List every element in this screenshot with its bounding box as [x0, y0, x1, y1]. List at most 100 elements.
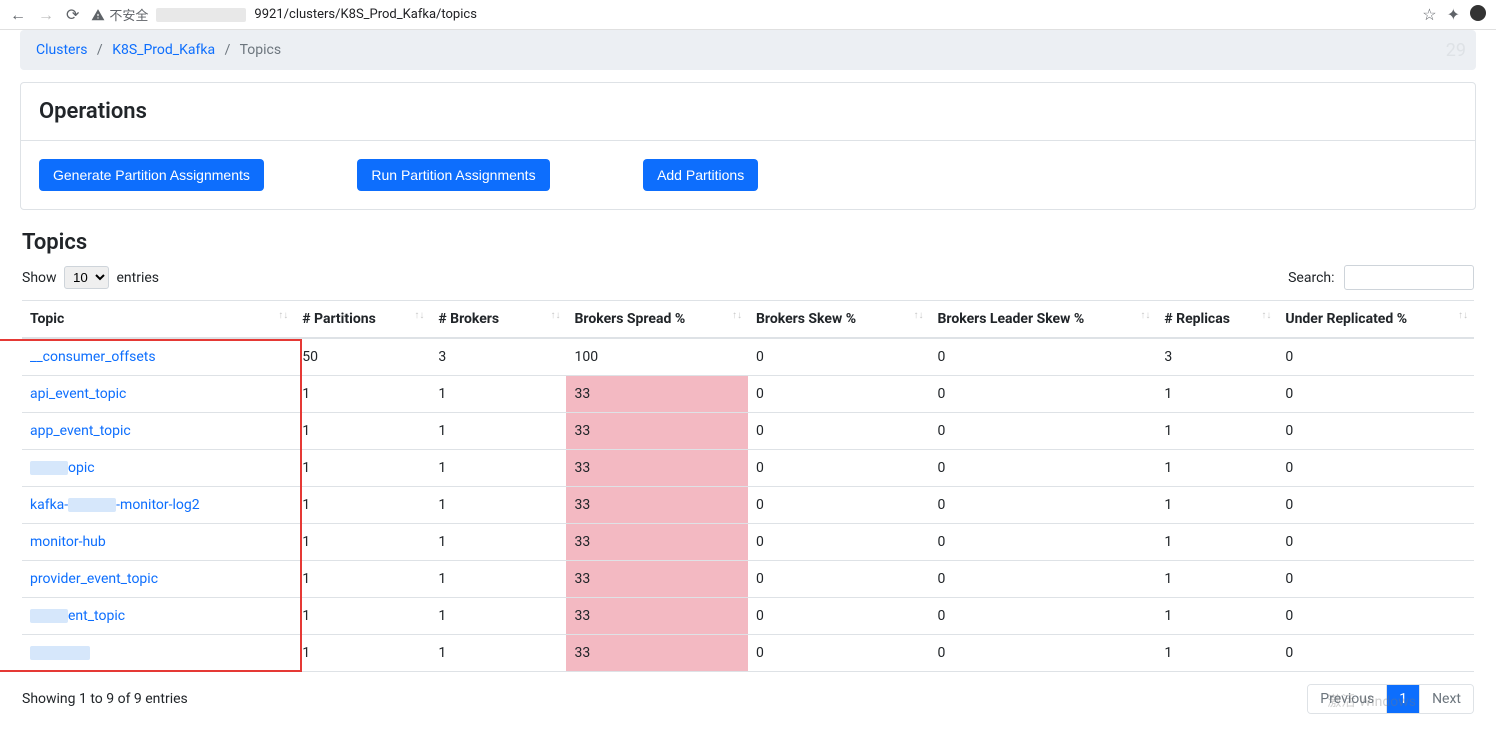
cell-under-replicated: 0 [1277, 524, 1474, 561]
cell-skew: 0 [748, 376, 930, 413]
topic-link[interactable] [30, 645, 90, 661]
breadcrumb-cluster-name[interactable]: K8S_Prod_Kafka [112, 42, 215, 58]
security-label: 不安全 [109, 5, 148, 24]
sort-icon: ↑↓ [414, 311, 424, 321]
cell-leader-skew: 0 [929, 413, 1156, 450]
cell-skew: 0 [748, 450, 930, 487]
topic-link[interactable]: __consumer_offsets [30, 349, 156, 365]
table-row: provider_event_topic11330010 [22, 561, 1474, 598]
url-host-blurred [156, 8, 246, 22]
sort-icon: ↑↓ [732, 311, 742, 321]
search-control: Search: [1288, 265, 1474, 290]
cell-leader-skew: 0 [929, 524, 1156, 561]
extensions-puzzle-icon[interactable]: ✦ [1447, 5, 1460, 24]
table-info: Showing 1 to 9 of 9 entries [22, 691, 188, 707]
table-row: api_event_topic11330010 [22, 376, 1474, 413]
bookmark-star-icon[interactable]: ☆ [1422, 5, 1436, 24]
sort-icon: ↑↓ [913, 311, 923, 321]
cell-brokers: 1 [430, 487, 566, 524]
table-row: app_event_topic11330010 [22, 413, 1474, 450]
cell-replicas: 1 [1156, 561, 1277, 598]
cell-brokers: 1 [430, 450, 566, 487]
column-header[interactable]: # Brokers↑↓ [430, 301, 566, 339]
cell-skew: 0 [748, 487, 930, 524]
cell-spread: 33 [566, 598, 748, 635]
cell-brokers: 1 [430, 561, 566, 598]
cell-under-replicated: 0 [1277, 598, 1474, 635]
cell-leader-skew: 0 [929, 487, 1156, 524]
breadcrumb-clusters[interactable]: Clusters [36, 42, 87, 58]
page-size-select[interactable]: 10 [64, 266, 109, 289]
browser-toolbar: ← → ⟳ 不安全 9921/clusters/K8S_Prod_Kafka/t… [0, 0, 1496, 30]
sort-icon: ↑↓ [550, 311, 560, 321]
forward-button[interactable]: → [38, 5, 54, 25]
run-partition-assignments-button[interactable]: Run Partition Assignments [357, 159, 549, 191]
cell-leader-skew: 0 [929, 338, 1156, 376]
pagination-page-1[interactable]: 1 [1387, 685, 1420, 713]
topic-link[interactable]: monitor-hub [30, 534, 106, 550]
cell-spread: 100 [566, 338, 748, 376]
table-row: opic11330010 [22, 450, 1474, 487]
add-partitions-button[interactable]: Add Partitions [643, 159, 758, 191]
topic-link[interactable]: app_event_topic [30, 423, 131, 439]
insecure-icon: 不安全 [91, 5, 148, 24]
breadcrumb: Clusters / K8S_Prod_Kafka / Topics [20, 30, 1476, 70]
cell-partitions: 1 [294, 413, 430, 450]
cell-partitions: 1 [294, 598, 430, 635]
operations-card: Operations Generate Partition Assignment… [20, 82, 1476, 210]
cell-spread: 33 [566, 561, 748, 598]
cell-partitions: 1 [294, 450, 430, 487]
cell-partitions: 1 [294, 487, 430, 524]
column-header[interactable]: Brokers Leader Skew %↑↓ [929, 301, 1156, 339]
topics-title: Topics [22, 230, 1474, 255]
sort-icon: ↑↓ [1140, 311, 1150, 321]
profile-avatar-icon[interactable] [1470, 5, 1486, 21]
cell-partitions: 1 [294, 376, 430, 413]
cell-skew: 0 [748, 524, 930, 561]
cell-partitions: 1 [294, 561, 430, 598]
cell-under-replicated: 0 [1277, 376, 1474, 413]
reload-button[interactable]: ⟳ [66, 5, 79, 24]
column-header[interactable]: # Partitions↑↓ [294, 301, 430, 339]
cell-partitions: 1 [294, 524, 430, 561]
cell-leader-skew: 0 [929, 450, 1156, 487]
topic-link[interactable]: api_event_topic [30, 386, 126, 402]
cell-replicas: 1 [1156, 635, 1277, 672]
column-header[interactable]: Under Replicated %↑↓ [1277, 301, 1474, 339]
cell-spread: 33 [566, 487, 748, 524]
topic-link[interactable]: ent_topic [30, 608, 125, 624]
address-bar[interactable]: 不安全 9921/clusters/K8S_Prod_Kafka/topics [91, 5, 1410, 24]
cell-replicas: 1 [1156, 413, 1277, 450]
operations-title: Operations [39, 99, 1457, 124]
table-row: 11330010 [22, 635, 1474, 672]
search-input[interactable] [1344, 265, 1474, 290]
cell-skew: 0 [748, 635, 930, 672]
cell-replicas: 3 [1156, 338, 1277, 376]
column-header[interactable]: Brokers Spread %↑↓ [566, 301, 748, 339]
cell-under-replicated: 0 [1277, 561, 1474, 598]
cell-brokers: 1 [430, 524, 566, 561]
back-button[interactable]: ← [10, 5, 26, 25]
url-path: 9921/clusters/K8S_Prod_Kafka/topics [254, 7, 476, 22]
column-header[interactable]: # Replicas↑↓ [1156, 301, 1277, 339]
cell-replicas: 1 [1156, 598, 1277, 635]
column-header[interactable]: Brokers Skew %↑↓ [748, 301, 930, 339]
column-header[interactable]: Topic↑↓ [22, 301, 294, 339]
cell-spread: 33 [566, 450, 748, 487]
cell-spread: 33 [566, 524, 748, 561]
generate-partition-assignments-button[interactable]: Generate Partition Assignments [39, 159, 264, 191]
topic-link[interactable]: opic [30, 460, 95, 476]
topic-link[interactable]: kafka--monitor-log2 [30, 497, 200, 513]
cell-under-replicated: 0 [1277, 338, 1474, 376]
page-length-control: Show 10 entries [22, 266, 159, 289]
cell-under-replicated: 0 [1277, 450, 1474, 487]
cell-spread: 33 [566, 635, 748, 672]
topic-link[interactable]: provider_event_topic [30, 571, 158, 587]
cell-spread: 33 [566, 376, 748, 413]
show-label: Show [22, 270, 57, 286]
sort-asc-icon: ↑↓ [278, 311, 288, 321]
pagination-previous[interactable]: Previous [1308, 685, 1387, 713]
pagination-next[interactable]: Next [1420, 685, 1473, 713]
table-row: ent_topic11330010 [22, 598, 1474, 635]
cell-brokers: 3 [430, 338, 566, 376]
